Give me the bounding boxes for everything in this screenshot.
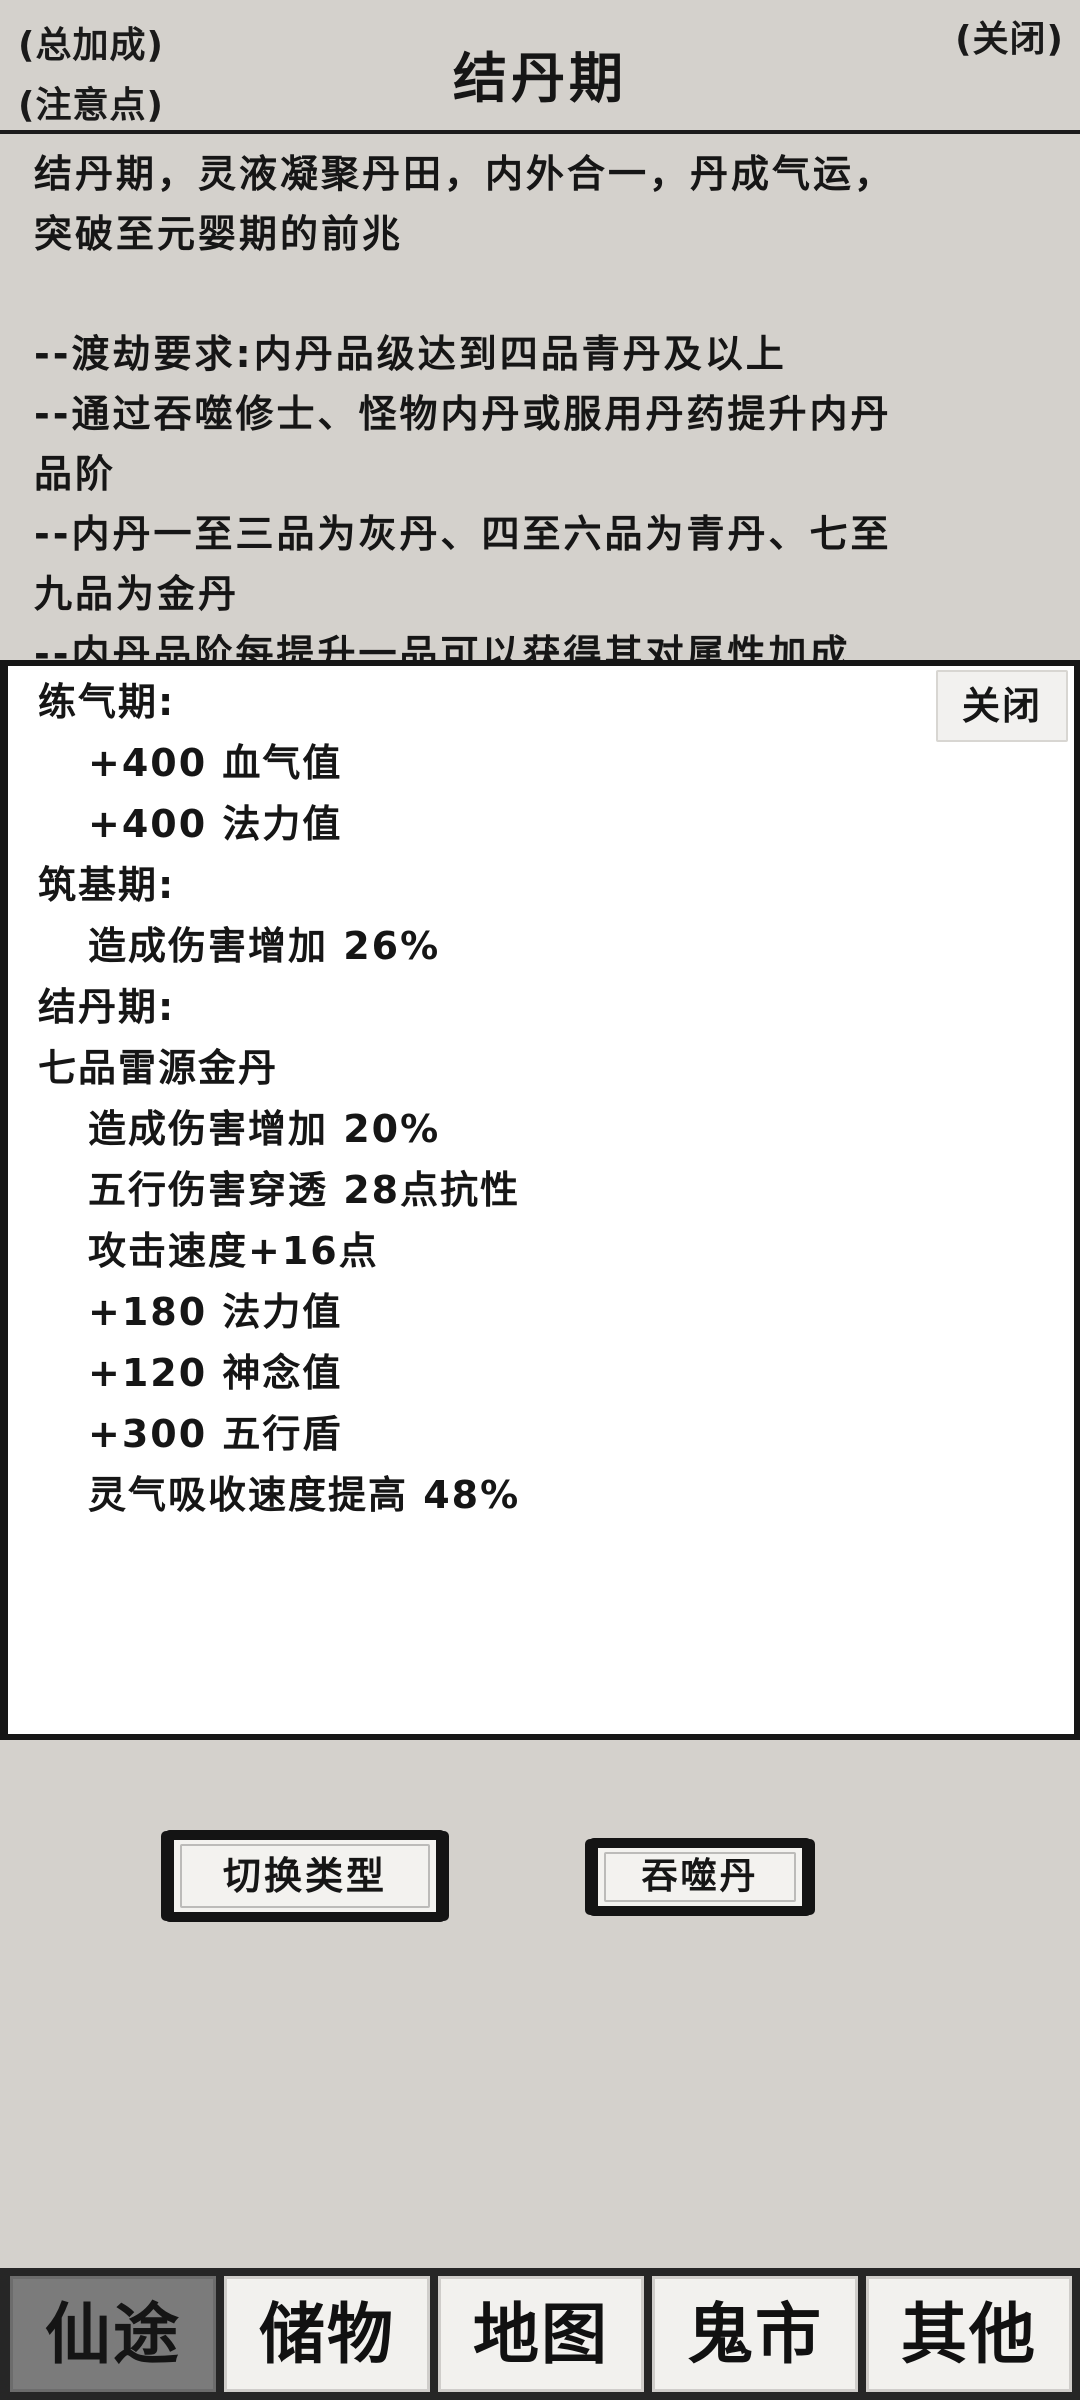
realm-description: 结丹期，灵液凝聚丹田，内外合一，丹成气运， 突破至元婴期的前兆 --渡劫要求:内丹品… bbox=[34, 144, 1054, 664]
bonus-stat-line: 攻击速度+16点 bbox=[88, 1229, 379, 1273]
bonus-stat-line: +180 法力值 bbox=[88, 1290, 343, 1334]
bonus-section-heading: 七品雷源金丹 bbox=[38, 1046, 279, 1090]
bonus-stat-line: 五行伤害穿透 28点抗性 bbox=[88, 1168, 521, 1212]
description-line: 九品为金丹 bbox=[34, 572, 240, 616]
devour-pill-button[interactable]: 吞噬丹 bbox=[588, 1838, 812, 1916]
description-line: --内丹品阶每提升一品可以获得其对属性加成 bbox=[34, 632, 851, 664]
bonus-list: 练气期: +400 血气值 +400 法力值筑基期: 造成伤害增加 26% 结丹期: 七品… bbox=[38, 672, 520, 1526]
bonus-stat-line: +120 神念值 bbox=[88, 1351, 343, 1395]
bonus-stat-line: 造成伤害增加 26% bbox=[88, 924, 441, 968]
description-line: 结丹期，灵液凝聚丹田，内外合一，丹成气运， bbox=[34, 152, 896, 196]
nav-tab-4[interactable]: 其他 bbox=[866, 2276, 1072, 2392]
bonus-stat-line: 造成伤害增加 20% bbox=[88, 1107, 441, 1151]
nav-tab-2[interactable]: 地图 bbox=[438, 2276, 644, 2392]
close-page-button[interactable]: (关闭) bbox=[955, 10, 1064, 62]
description-line: --内丹一至三品为灰丹、四至六品为青丹、七至 bbox=[34, 512, 892, 556]
nav-tab-3[interactable]: 鬼市 bbox=[652, 2276, 858, 2392]
description-line bbox=[34, 264, 1054, 324]
switch-type-button[interactable]: 切换类型 bbox=[164, 1830, 446, 1922]
bottom-nav: 仙途 储物 地图 鬼市 其他 bbox=[0, 2268, 1080, 2400]
page-title: 结丹期 bbox=[453, 47, 627, 110]
bonus-section-heading: 练气期: bbox=[38, 680, 176, 724]
bonus-stat-line: 灵气吸收速度提高 48% bbox=[88, 1473, 521, 1517]
bonus-stat-line: +400 法力值 bbox=[88, 802, 343, 846]
bonus-section-heading: 筑基期: bbox=[38, 863, 176, 907]
description-line: 突破至元婴期的前兆 bbox=[34, 212, 404, 256]
header: (总加成) (注意点) 结丹期 (关闭) bbox=[0, 0, 1080, 134]
bonus-section-heading: 结丹期: bbox=[38, 985, 176, 1029]
bonus-stat-line: +400 血气值 bbox=[88, 741, 343, 785]
description-line: --通过吞噬修士、怪物内丹或服用丹药提升内丹 bbox=[34, 392, 892, 436]
description-line: --渡劫要求:内丹品级达到四品青丹及以上 bbox=[34, 332, 787, 376]
nav-tab-1[interactable]: 储物 bbox=[224, 2276, 430, 2392]
nav-tab-0[interactable]: 仙途 bbox=[10, 2276, 216, 2392]
popup-close-button[interactable]: 关闭 bbox=[936, 670, 1068, 742]
bonus-stat-line: +300 五行盾 bbox=[88, 1412, 343, 1456]
description-line: 品阶 bbox=[34, 452, 117, 496]
bonus-popup: 练气期: +400 血气值 +400 法力值筑基期: 造成伤害增加 26% 结丹期: 七品… bbox=[0, 660, 1080, 1740]
